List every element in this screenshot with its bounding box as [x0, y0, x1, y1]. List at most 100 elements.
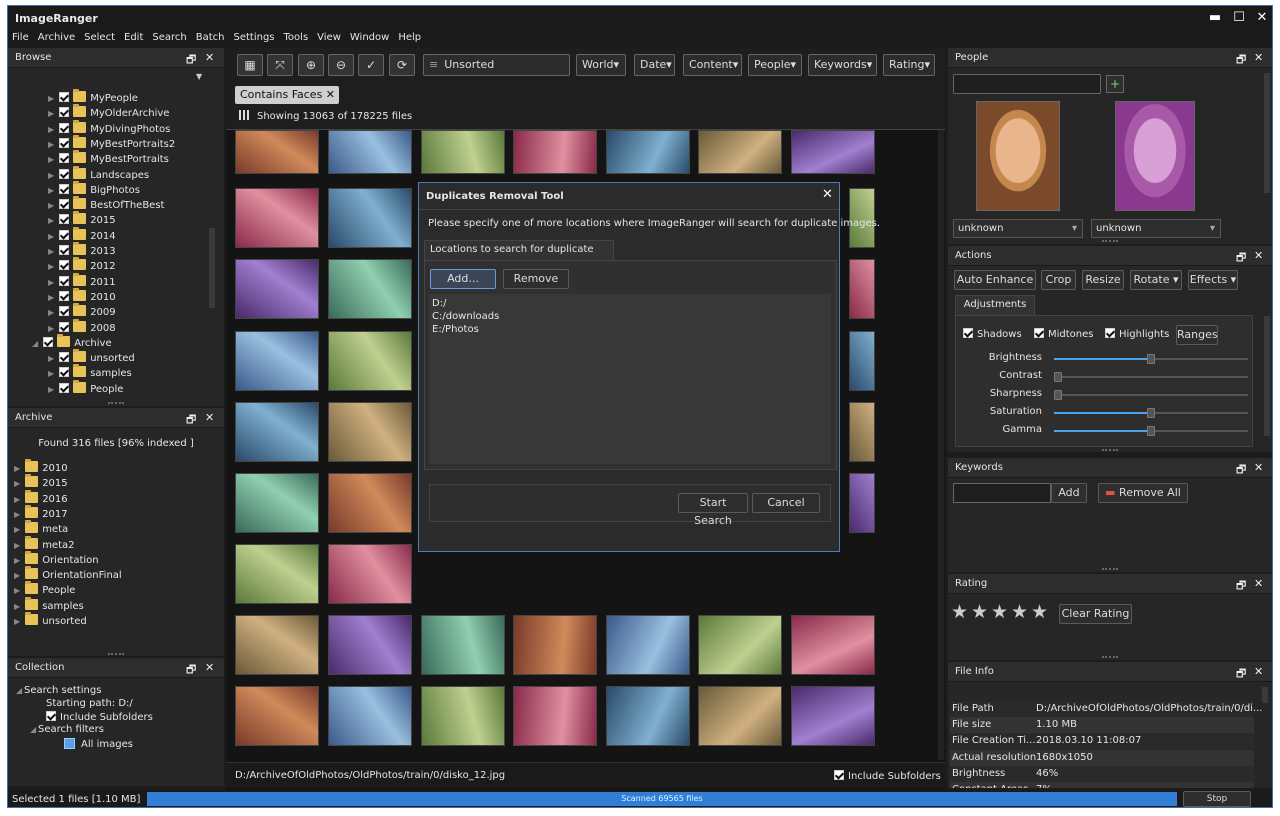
- clear-rating-button[interactable]: Clear Rating: [1059, 604, 1132, 624]
- browse-tree-item[interactable]: ▶ 2009: [48, 303, 116, 320]
- location-item[interactable]: D:/: [432, 297, 446, 310]
- thumbnail[interactable]: [849, 331, 875, 391]
- folder-checkbox[interactable]: [59, 229, 70, 240]
- add-location-button[interactable]: Add...: [430, 269, 496, 289]
- face-thumbnail[interactable]: [976, 101, 1060, 211]
- thumbnail[interactable]: [235, 473, 319, 533]
- close-panel-icon[interactable]: ✕: [1254, 51, 1263, 64]
- folder-checkbox[interactable]: [59, 245, 70, 255]
- add-person-button[interactable]: +: [1106, 75, 1124, 93]
- thumbnail[interactable]: [235, 402, 319, 462]
- rotate-button[interactable]: Rotate ▾: [1130, 270, 1182, 290]
- browse-tree-item[interactable]: ▶ 2015: [48, 211, 116, 228]
- float-icon[interactable]: 🗗: [1236, 249, 1246, 268]
- thumbnail[interactable]: [421, 686, 505, 746]
- close-icon[interactable]: ✕: [1251, 8, 1272, 28]
- browse-tree-item[interactable]: ▶ BestOfTheBest: [48, 196, 164, 213]
- all-images-item[interactable]: All images: [64, 738, 133, 753]
- thumbnail[interactable]: [235, 188, 319, 248]
- folder-checkbox[interactable]: [59, 367, 70, 378]
- thumbnail[interactable]: [328, 544, 412, 604]
- location-item[interactable]: E:/Photos: [432, 323, 479, 336]
- actions-scrollbar[interactable]: [1264, 316, 1270, 436]
- filter-people[interactable]: People▾: [748, 54, 802, 76]
- filter-content[interactable]: Content▾: [683, 54, 742, 76]
- menu-select[interactable]: Select: [80, 30, 120, 43]
- expand-arrow-icon[interactable]: ▶: [48, 94, 56, 103]
- folder-checkbox[interactable]: [59, 306, 70, 317]
- menu-search[interactable]: Search: [148, 30, 191, 43]
- thumbnail[interactable]: [235, 615, 319, 675]
- dropdown-arrow-icon[interactable]: ▼: [196, 72, 202, 81]
- remove-location-button[interactable]: Remove: [503, 269, 569, 289]
- filter-world[interactable]: World▾: [576, 54, 626, 76]
- browse-tree-item[interactable]: ◢ Archive: [32, 333, 112, 351]
- expand-arrow-icon[interactable]: ▶: [14, 525, 22, 534]
- thumbnail[interactable]: [849, 473, 875, 533]
- browse-tree-item[interactable]: ▶ People: [48, 379, 123, 397]
- thumbnail[interactable]: [513, 130, 597, 174]
- float-icon[interactable]: 🗗: [1236, 577, 1246, 596]
- thumbnail[interactable]: [698, 615, 782, 675]
- expand-arrow-icon[interactable]: ▶: [48, 369, 56, 378]
- thumbnail[interactable]: [328, 188, 412, 248]
- thumbnail[interactable]: [606, 130, 690, 174]
- thumbnail[interactable]: [328, 402, 412, 462]
- archive-tree-item[interactable]: ▶ 2016: [14, 489, 68, 507]
- ranges-button[interactable]: Ranges: [1176, 325, 1218, 345]
- thumbnail[interactable]: [328, 686, 412, 746]
- thumbnail[interactable]: [328, 473, 412, 533]
- expand-arrow-icon[interactable]: ▶: [14, 556, 22, 565]
- browse-tree-item[interactable]: ▶ 2011: [48, 272, 116, 290]
- folder-checkbox[interactable]: [59, 168, 70, 179]
- folder-checkbox[interactable]: [59, 137, 70, 148]
- browse-tree-item[interactable]: ▶ Landscapes: [48, 165, 149, 183]
- float-icon[interactable]: 🗗: [186, 411, 196, 430]
- folder-checkbox[interactable]: [59, 290, 70, 301]
- thumbnail[interactable]: [606, 615, 690, 675]
- close-panel-icon[interactable]: ✕: [1254, 249, 1263, 262]
- adjustment-slider[interactable]: [1054, 354, 1248, 364]
- filter-rating[interactable]: Rating▾: [883, 54, 935, 76]
- archive-tree-item[interactable]: ▶ meta: [14, 520, 68, 537]
- float-icon[interactable]: 🗗: [1236, 461, 1246, 480]
- thumbnail[interactable]: [328, 130, 412, 174]
- thumbnail[interactable]: [791, 130, 875, 174]
- archive-tree-item[interactable]: ▶ 2015: [14, 474, 68, 491]
- thumbnail[interactable]: [421, 615, 505, 675]
- thumbnail[interactable]: [235, 259, 319, 319]
- midtones-checkbox[interactable]: [1034, 328, 1044, 338]
- sort-dropdown[interactable]: ≡ Unsorted: [423, 54, 570, 76]
- effects-button[interactable]: Effects ▾: [1188, 270, 1238, 290]
- add-keyword-button[interactable]: Add: [1051, 483, 1087, 503]
- thumbnail[interactable]: [328, 331, 412, 391]
- folder-checkbox[interactable]: [59, 153, 70, 164]
- close-panel-icon[interactable]: ✕: [1254, 577, 1263, 590]
- browse-tree-item[interactable]: ▶ 2014: [48, 226, 116, 244]
- expand-arrow-icon[interactable]: ▶: [48, 293, 56, 302]
- thumbnail[interactable]: [235, 331, 319, 391]
- filter-keywords[interactable]: Keywords▾: [808, 54, 877, 76]
- thumbnail[interactable]: [513, 615, 597, 675]
- menu-settings[interactable]: Settings: [230, 30, 280, 43]
- tag-contains-faces[interactable]: Contains Faces ✕: [235, 86, 339, 104]
- remove-tag-icon[interactable]: ✕: [326, 86, 335, 104]
- people-search-input[interactable]: [953, 74, 1101, 94]
- archive-tree-item[interactable]: ▶ meta2: [14, 535, 75, 553]
- star-icon[interactable]: ★: [1031, 601, 1048, 623]
- keyword-input[interactable]: [953, 483, 1051, 503]
- cancel-button[interactable]: Cancel: [752, 493, 820, 513]
- menu-archive[interactable]: Archive: [34, 30, 80, 43]
- expand-arrow-icon[interactable]: ▶: [48, 262, 56, 271]
- folder-checkbox[interactable]: [59, 352, 70, 363]
- thumbnail[interactable]: [513, 686, 597, 746]
- slider-handle[interactable]: [1147, 426, 1155, 436]
- archive-tree-item[interactable]: ▶ People: [14, 581, 75, 598]
- folder-checkbox[interactable]: [59, 382, 70, 393]
- face-thumbnail[interactable]: [1115, 101, 1195, 211]
- include-subfolders-option[interactable]: Include Subfolders: [834, 770, 941, 782]
- close-panel-icon[interactable]: ✕: [205, 661, 214, 674]
- folder-checkbox[interactable]: [59, 92, 70, 102]
- thumbnail[interactable]: [328, 259, 412, 319]
- face-label-dropdown[interactable]: unknown ▾: [953, 219, 1083, 238]
